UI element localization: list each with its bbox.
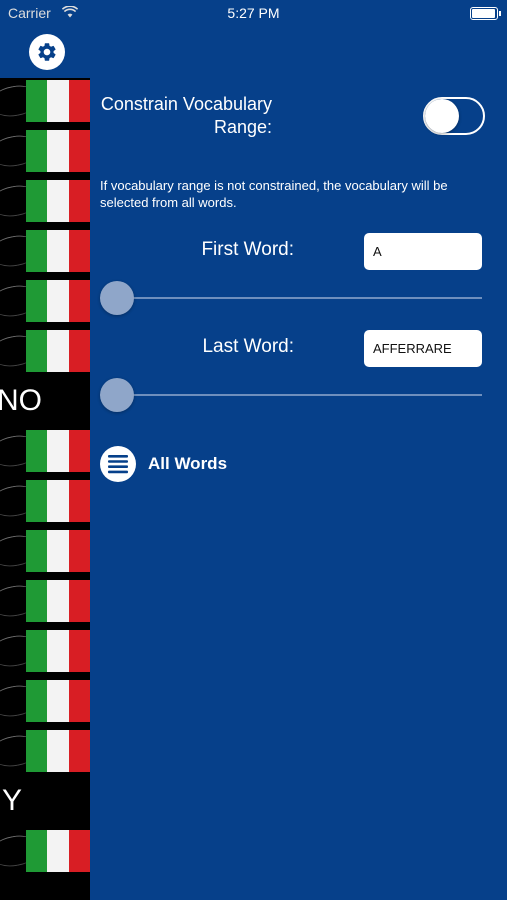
list-item[interactable]	[0, 180, 90, 227]
list-icon	[100, 446, 136, 482]
section-header: Y	[0, 776, 90, 826]
first-word-input[interactable]	[364, 233, 482, 270]
list-item[interactable]	[0, 480, 90, 527]
section-header: NO	[0, 376, 90, 426]
slider-thumb[interactable]	[100, 281, 134, 315]
list-item[interactable]	[0, 830, 90, 877]
list-item[interactable]	[0, 680, 90, 727]
list-item[interactable]	[0, 130, 90, 177]
italian-flag-icon	[26, 730, 90, 772]
list-item[interactable]	[0, 280, 90, 327]
slider-track	[100, 297, 482, 299]
first-word-label: First Word:	[201, 239, 294, 260]
list-item[interactable]	[0, 580, 90, 627]
toggle-knob	[425, 99, 459, 133]
italian-flag-icon	[26, 430, 90, 472]
last-word-input[interactable]	[364, 330, 482, 367]
italian-flag-icon	[26, 180, 90, 222]
first-word-slider[interactable]	[100, 280, 482, 316]
battery-icon	[470, 7, 501, 20]
slider-track	[100, 394, 482, 396]
list-item[interactable]	[0, 80, 90, 127]
italian-flag-icon	[26, 230, 90, 272]
last-word-label: Last Word:	[202, 336, 294, 357]
all-words-label: All Words	[148, 454, 228, 473]
italian-flag-icon	[26, 280, 90, 322]
italian-flag-icon	[26, 130, 90, 172]
italian-flag-icon	[26, 630, 90, 672]
list-item[interactable]	[0, 530, 90, 577]
settings-button[interactable]	[29, 34, 65, 70]
italian-flag-icon	[26, 580, 90, 622]
constrain-note: If vocabulary range is not constrained, …	[100, 178, 448, 210]
list-item[interactable]	[0, 330, 90, 377]
settings-panel: Constrain Vocabulary Range: If vocabular…	[90, 28, 507, 900]
status-bar: Carrier 5:27 PM	[0, 0, 507, 28]
clock: 5:27 PM	[227, 5, 280, 21]
italian-flag-icon	[26, 830, 90, 872]
list-item[interactable]	[0, 730, 90, 777]
italian-flag-icon	[26, 480, 90, 522]
list-item[interactable]	[0, 630, 90, 677]
list-item[interactable]	[0, 230, 90, 277]
italian-flag-icon	[26, 680, 90, 722]
constrain-range-label: Constrain Vocabulary Range:	[100, 94, 272, 137]
last-word-slider[interactable]	[100, 377, 482, 413]
constrain-range-toggle[interactable]	[423, 97, 485, 135]
italian-flag-icon	[26, 80, 90, 122]
italian-flag-icon	[26, 530, 90, 572]
word-list-strip: NO Y	[0, 0, 90, 900]
slider-thumb[interactable]	[100, 378, 134, 412]
italian-flag-icon	[26, 330, 90, 372]
all-words-button[interactable]: All Words	[100, 446, 227, 482]
list-item[interactable]	[0, 430, 90, 477]
gear-icon	[38, 43, 56, 61]
